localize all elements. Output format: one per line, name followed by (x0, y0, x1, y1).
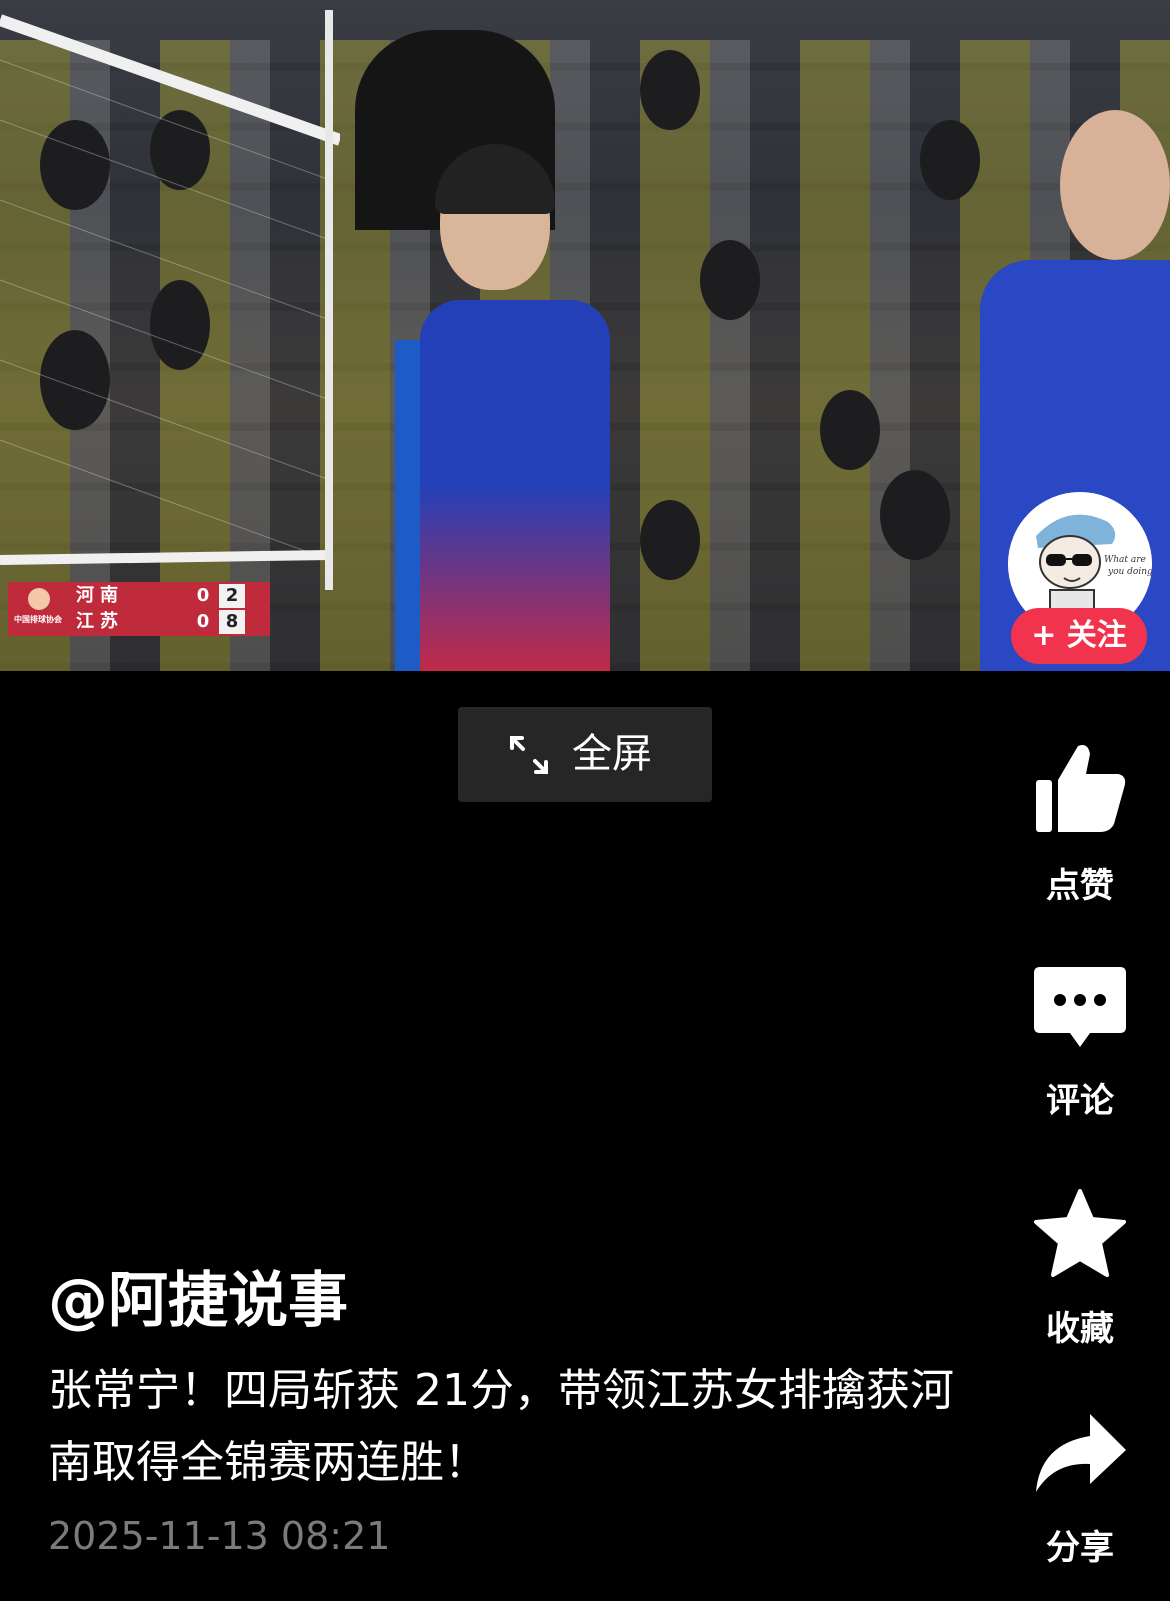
player-hair (435, 144, 555, 214)
team-name: 江苏 (76, 611, 124, 632)
svg-text:you doing?: you doing? (1107, 567, 1152, 577)
team-points: 8 (219, 610, 245, 634)
svg-text:What are: What are (1104, 555, 1146, 565)
comment-label: 评论 (1046, 1081, 1114, 1121)
score-row-away: 江苏 0 8 (76, 609, 266, 635)
comment-button[interactable]: 评论 (1030, 965, 1130, 1122)
share-label: 分享 (1046, 1528, 1114, 1568)
player-jersey (420, 300, 610, 671)
post-timestamp: 2025-11-13 08:21 (48, 1514, 391, 1558)
volleyball-net (0, 14, 340, 565)
post-description: 张常宁！四局斩获 21分，带领江苏女排擒获河南取得全锦赛两连胜！ (48, 1365, 954, 1488)
spectator (640, 500, 700, 580)
fullscreen-label: 全屏 (572, 731, 652, 777)
thumbs-up-icon (1036, 745, 1126, 832)
spectator (820, 390, 880, 470)
scoreboard: 中国排球协会 河南 0 2 江苏 0 8 (8, 582, 270, 636)
video-player[interactable]: 中国排球协会 河南 0 2 江苏 0 8 What are you doing?… (0, 0, 1170, 671)
spectator (700, 240, 760, 320)
expand-icon (510, 736, 548, 774)
spectator (920, 120, 980, 200)
team-sets: 0 (196, 585, 210, 606)
favorite-button[interactable]: 收藏 (1030, 1187, 1130, 1350)
share-button[interactable]: 分享 (1030, 1410, 1130, 1569)
author-name[interactable]: @阿捷说事 (48, 1252, 348, 1339)
like-button[interactable]: 点赞 (1030, 740, 1130, 907)
like-label: 点赞 (1046, 866, 1114, 906)
share-arrow-icon (1036, 1414, 1126, 1492)
logo-text: 中国排球协会 (14, 615, 62, 624)
net-pole (325, 10, 333, 590)
follow-button[interactable]: + 关注 (1011, 608, 1147, 664)
team-points: 2 (219, 584, 245, 608)
spectator (640, 50, 700, 130)
player-head (1060, 110, 1170, 260)
star-icon (1034, 1189, 1126, 1277)
comment-icon (1034, 967, 1126, 1047)
favorite-label: 收藏 (1046, 1309, 1114, 1349)
score-row-home: 河南 0 2 (76, 583, 266, 609)
logo-emblem (28, 588, 50, 610)
team-sets: 0 (196, 611, 210, 632)
volleyball-association-logo: 中国排球协会 (14, 588, 66, 630)
team-name: 河南 (76, 585, 124, 606)
spectator (880, 470, 950, 560)
fullscreen-button[interactable]: 全屏 (458, 707, 712, 802)
player-main (420, 144, 620, 671)
